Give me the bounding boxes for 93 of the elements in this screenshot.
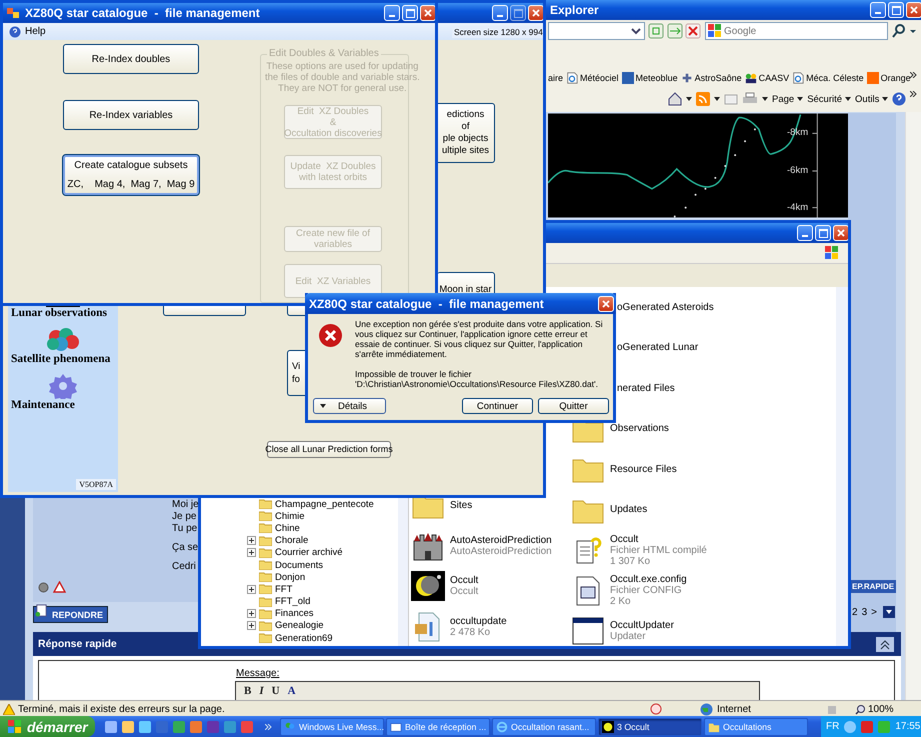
taskbar-button[interactable]: Boîte de réception ... xyxy=(386,718,490,736)
favorites-link[interactable]: AstroSaône xyxy=(694,73,742,83)
file-detail: 1 307 Ko xyxy=(610,556,652,567)
file-detail: Fichier HTML compilé xyxy=(610,544,707,556)
format-button[interactable]: I xyxy=(259,685,264,697)
close-forms-button[interactable]: Close all Lunar Prediction forms xyxy=(267,441,391,458)
favorites-link[interactable]: CAASV xyxy=(758,73,790,83)
file-name[interactable]: Occult xyxy=(610,534,707,545)
field-label: Message: xyxy=(236,668,280,679)
status-text: Terminé, mais il existe des erreurs sur la page. xyxy=(18,704,225,714)
tree-item[interactable]: FFT xyxy=(275,584,292,595)
sidebar-item[interactable]: Lunar observations xyxy=(11,307,107,319)
sidebar-item[interactable]: Maintenance xyxy=(11,399,75,411)
group-note: These options are used for updating the files of double and variable stars. They are NOT for general use. xyxy=(265,61,420,94)
error-message: Une exception non gérée s'est produite dans votre application. Si vous cliquez sur Continuer, l'application ignore cette erreur et essaie de continuer. Si vous cliquez sur Quitter, l'application s'arrête immédiatement. xyxy=(355,319,604,359)
command-menu[interactable]: Page xyxy=(772,94,804,104)
favorites-link[interactable]: Orange xyxy=(880,73,911,83)
zone-label: Internet xyxy=(717,704,751,714)
file-name[interactable]: Updates xyxy=(610,504,648,516)
file-name[interactable]: Occult.exe.config xyxy=(610,574,687,586)
file-detail: 2 Ko xyxy=(610,596,632,608)
dialog-button[interactable]: Continuer xyxy=(462,398,533,414)
file-detail: AutoAsteroidPrediction xyxy=(450,546,552,557)
format-button[interactable]: A xyxy=(288,685,296,697)
file-name[interactable]: Resource Files xyxy=(610,464,677,475)
post-text: Ça se xyxy=(172,542,199,554)
file-name[interactable]: nerated Files xyxy=(617,382,675,394)
predictions-button[interactable]: edictions of ple objects ultiple sites xyxy=(437,103,495,163)
post-text: Cedri xyxy=(172,561,197,573)
error-detail: Impossible de trouver le fichier 'D:\Christian\Astronomie\Occultations\Resource Files\XZ80.dat'. xyxy=(355,369,600,389)
axis-label: -6km xyxy=(787,164,808,176)
view-button[interactable]: Vi fo xyxy=(287,350,305,396)
taskbar-button[interactable]: 3 Occult xyxy=(598,718,702,736)
page-link[interactable]: 2 xyxy=(852,606,858,618)
tree-item[interactable]: Documents xyxy=(275,560,324,571)
file-name[interactable]: oGenerated Lunar xyxy=(617,342,698,354)
zoom-level[interactable]: 100% xyxy=(868,704,894,714)
post-text: Je pe xyxy=(172,511,198,523)
format-button[interactable]: B xyxy=(244,685,252,697)
file-name[interactable]: Occult xyxy=(450,575,478,586)
file-name[interactable]: AutoAsteroidPrediction xyxy=(450,534,552,546)
favorites-link[interactable]: aire xyxy=(548,73,564,83)
tree-item[interactable]: Genealogie xyxy=(275,620,324,632)
post-text: Moi je xyxy=(172,499,199,511)
tree-item[interactable]: Generation69 xyxy=(275,632,333,644)
tree-item[interactable]: Finances xyxy=(275,608,314,620)
tree-item[interactable]: Chine xyxy=(275,522,300,534)
action-button[interactable]: Re-Index doubles xyxy=(63,44,199,74)
version-label: V5OP87A xyxy=(76,479,116,490)
favorites-link[interactable]: Méca. Céleste xyxy=(806,73,864,83)
command-menu[interactable]: Sécurité xyxy=(807,94,852,104)
file-name[interactable]: occultupdate xyxy=(450,616,507,627)
start-button[interactable]: démarrer xyxy=(0,716,95,737)
tree-item[interactable]: Chorale xyxy=(275,535,308,546)
file-name[interactable]: Observations xyxy=(610,423,669,434)
search-field[interactable]: Google xyxy=(705,22,888,40)
format-button[interactable]: U xyxy=(272,685,280,697)
tree-item[interactable]: Champagne_pentecote xyxy=(275,498,374,510)
file-name[interactable]: oGenerated Asteroids xyxy=(617,302,714,313)
details-button[interactable]: Détails xyxy=(313,398,386,414)
reply-button[interactable]: REPONDRE xyxy=(33,606,108,623)
menu-item[interactable]: Help xyxy=(25,26,46,37)
favorites-link[interactable]: Meteoblue xyxy=(636,73,678,83)
taskbar-button[interactable]: Windows Live Mess... xyxy=(280,718,384,736)
page-link[interactable]: 3 xyxy=(862,606,868,618)
file-detail: 2 478 Ko xyxy=(450,626,492,638)
tree-item[interactable]: Courrier archivé xyxy=(275,547,343,558)
quick-reply-button[interactable]: EP.RAPIDE xyxy=(850,580,896,593)
tree-item[interactable]: Chimie xyxy=(275,510,305,522)
file-name[interactable]: OccultUpdater xyxy=(610,620,674,632)
window-title: Explorer xyxy=(550,3,599,17)
clock: 17:55 xyxy=(895,721,920,732)
taskbar-button[interactable]: Occultations xyxy=(704,718,808,736)
file-detail: Fichier CONFIG xyxy=(610,585,683,596)
tree-item[interactable]: Donjon xyxy=(275,572,306,583)
post-text: Tu pe xyxy=(172,523,198,535)
window-title: XZ80Q star catalogue - file management xyxy=(25,6,260,20)
group-title: Edit Doubles & Variables xyxy=(267,48,381,59)
favorites-link[interactable]: Météociel xyxy=(580,73,619,83)
command-menu[interactable]: Outils xyxy=(855,94,888,104)
tree-item[interactable]: FFT_old xyxy=(275,596,310,608)
screen-size-label: Screen size 1280 x 994 xyxy=(452,26,543,38)
file-name[interactable]: Sites xyxy=(450,500,472,511)
taskbar-button[interactable]: Occultation rasant... xyxy=(492,718,596,736)
axis-label: -4km xyxy=(787,202,808,213)
section-title: Réponse rapide xyxy=(38,638,117,650)
file-detail: Updater xyxy=(610,631,647,642)
action-button[interactable]: Create catalogue subsets ZC, Mag 4, Mag 7, Mag 9 xyxy=(63,155,199,195)
action-button[interactable]: Re-Index variables xyxy=(63,100,199,130)
page-link[interactable]: > xyxy=(871,606,877,618)
file-detail: Occult xyxy=(450,586,478,598)
sidebar-item[interactable]: Satellite phenomena xyxy=(11,353,110,365)
dialog-button[interactable]: Quitter xyxy=(538,398,609,414)
